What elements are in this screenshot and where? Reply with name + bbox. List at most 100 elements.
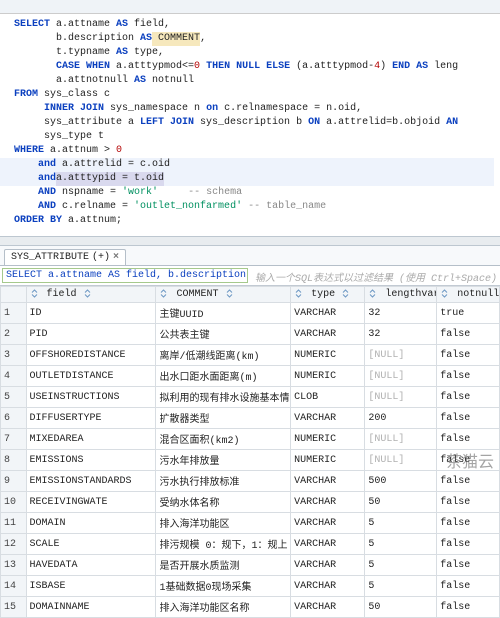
table-row[interactable]: 15DOMAINNAME排入海洋功能区名称VARCHAR50false [1,597,500,618]
table-row[interactable]: 14ISBASE1基础数据0现场采集VARCHAR5false [1,576,500,597]
table-row[interactable]: 5USEINSTRUCTIONS拟利用的现有排水设施基本情况CLOB[NULL]… [1,387,500,408]
cell-comment[interactable]: 公共表主键 [156,324,291,345]
table-row[interactable]: 8EMISSIONS污水年排放量NUMERIC[NULL]false [1,450,500,471]
cell-notnull[interactable]: false [437,324,500,345]
close-icon[interactable]: × [113,252,119,263]
cell-comment[interactable]: 排入海洋功能区名称 [156,597,291,618]
cell-lengthvar[interactable]: 50 [365,597,437,618]
cell-notnull[interactable]: false [437,555,500,576]
cell-notnull[interactable]: true [437,303,500,324]
cell-type[interactable]: NUMERIC [291,429,365,450]
cell-comment[interactable]: 混合区面积(km2) [156,429,291,450]
table-row[interactable]: 12SCALE排污规模 0：规下，1：规上VARCHAR5false [1,534,500,555]
cell-field[interactable]: EMISSIONS [26,450,156,471]
cell-type[interactable]: NUMERIC [291,366,365,387]
cell-field[interactable]: MIXEDAREA [26,429,156,450]
table-row[interactable]: 7MIXEDAREA混合区面积(km2)NUMERIC[NULL]false [1,429,500,450]
table-row[interactable]: 3OFFSHOREDISTANCE离岸/低潮线距离(km)NUMERIC[NUL… [1,345,500,366]
cell-field[interactable]: OFFSHOREDISTANCE [26,345,156,366]
col-header-field[interactable]: field [26,287,156,303]
cell-lengthvar[interactable]: 32 [365,303,437,324]
cell-notnull[interactable]: false [437,387,500,408]
cell-field[interactable]: OUTLETDISTANCE [26,366,156,387]
cell-notnull[interactable]: false [437,450,500,471]
cell-notnull[interactable]: false [437,366,500,387]
cell-type[interactable]: VARCHAR [291,534,365,555]
cell-notnull[interactable]: false [437,492,500,513]
splitter[interactable] [0,236,500,246]
cell-notnull[interactable]: false [437,513,500,534]
table-row[interactable]: 9EMISSIONSTANDARDS污水执行排放标准VARCHAR500fals… [1,471,500,492]
cell-type[interactable]: CLOB [291,387,365,408]
cell-notnull[interactable]: false [437,597,500,618]
cell-comment[interactable]: 污水执行排放标准 [156,471,291,492]
editor-tabs-bar[interactable] [0,0,500,14]
cell-type[interactable]: NUMERIC [291,345,365,366]
cell-comment[interactable]: 是否开展水质监测 [156,555,291,576]
cell-lengthvar[interactable]: [NULL] [365,429,437,450]
cell-field[interactable]: EMISSIONSTANDARDS [26,471,156,492]
cell-notnull[interactable]: false [437,576,500,597]
cell-notnull[interactable]: false [437,429,500,450]
sort-icon[interactable] [440,289,449,298]
cell-comment[interactable]: 1基础数据0现场采集 [156,576,291,597]
cell-lengthvar[interactable]: 5 [365,576,437,597]
table-row[interactable]: 2PID公共表主键VARCHAR32false [1,324,500,345]
cell-field[interactable]: USEINSTRUCTIONS [26,387,156,408]
cell-field[interactable]: HAVEDATA [26,555,156,576]
cell-lengthvar[interactable]: [NULL] [365,345,437,366]
cell-comment[interactable]: 排入海洋功能区 [156,513,291,534]
filter-input[interactable]: 输入一个SQL表达式以过滤结果 (使用 Ctrl+Space) [252,268,498,283]
cell-field[interactable]: SCALE [26,534,156,555]
cell-type[interactable]: VARCHAR [291,576,365,597]
result-tab-sys-attribute[interactable]: SYS_ATTRIBUTE(+) × [4,249,126,265]
col-header-lengthvar[interactable]: lengthvar [365,287,437,303]
cell-field[interactable]: RECEIVINGWATE [26,492,156,513]
cell-type[interactable]: VARCHAR [291,408,365,429]
table-row[interactable]: 11DOMAIN排入海洋功能区VARCHAR5false [1,513,500,534]
cell-comment[interactable]: 污水年排放量 [156,450,291,471]
table-row[interactable]: 13HAVEDATA是否开展水质监测VARCHAR5false [1,555,500,576]
sort-icon[interactable] [30,289,39,298]
cell-notnull[interactable]: false [437,408,500,429]
table-row[interactable]: 1ID主键UUIDVARCHAR32true [1,303,500,324]
sort-icon[interactable] [368,289,377,298]
cell-field[interactable]: ISBASE [26,576,156,597]
cell-comment[interactable]: 排污规模 0：规下，1：规上 [156,534,291,555]
cell-lengthvar[interactable]: [NULL] [365,450,437,471]
cell-lengthvar[interactable]: [NULL] [365,387,437,408]
cell-field[interactable]: ID [26,303,156,324]
sort-icon[interactable] [341,289,350,298]
cell-notnull[interactable]: false [437,471,500,492]
col-header-comment[interactable]: COMMENT [156,287,291,303]
results-grid[interactable]: field COMMENT type lengthvar notnull 1ID… [0,286,500,618]
cell-type[interactable]: VARCHAR [291,513,365,534]
cell-lengthvar[interactable]: 500 [365,471,437,492]
cell-lengthvar[interactable]: 5 [365,555,437,576]
cell-comment[interactable]: 主键UUID [156,303,291,324]
sort-icon[interactable] [225,289,234,298]
cell-lengthvar[interactable]: 5 [365,513,437,534]
cell-comment[interactable]: 受纳水体名称 [156,492,291,513]
cell-type[interactable]: VARCHAR [291,555,365,576]
sort-icon[interactable] [83,289,92,298]
table-row[interactable]: 4OUTLETDISTANCE出水口距水面距离(m)NUMERIC[NULL]f… [1,366,500,387]
cell-lengthvar[interactable]: [NULL] [365,366,437,387]
cell-lengthvar[interactable]: 50 [365,492,437,513]
cell-type[interactable]: VARCHAR [291,303,365,324]
col-header-type[interactable]: type [291,287,365,303]
sort-icon[interactable] [159,289,168,298]
cell-type[interactable]: VARCHAR [291,324,365,345]
cell-notnull[interactable]: false [437,345,500,366]
cell-lengthvar[interactable]: 200 [365,408,437,429]
cell-field[interactable]: DOMAIN [26,513,156,534]
cell-field[interactable]: DIFFUSERTYPE [26,408,156,429]
cell-comment[interactable]: 拟利用的现有排水设施基本情况 [156,387,291,408]
cell-type[interactable]: VARCHAR [291,597,365,618]
cell-type[interactable]: VARCHAR [291,492,365,513]
cell-comment[interactable]: 扩散器类型 [156,408,291,429]
cell-notnull[interactable]: false [437,534,500,555]
cell-lengthvar[interactable]: 5 [365,534,437,555]
cell-comment[interactable]: 出水口距水面距离(m) [156,366,291,387]
cell-lengthvar[interactable]: 32 [365,324,437,345]
